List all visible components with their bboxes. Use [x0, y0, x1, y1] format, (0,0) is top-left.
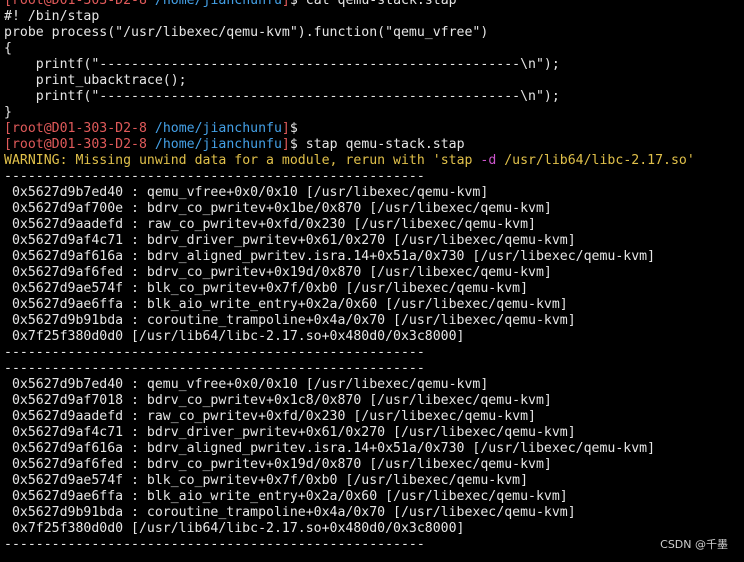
- terminal-text-segment: [root@: [4, 0, 52, 8]
- terminal-line: [root@D01-303-D2-8 /home/jianchunfu]$ st…: [4, 137, 695, 153]
- terminal-text-segment: [root@: [4, 137, 52, 152]
- terminal-text-segment: 0x5627d9af700e : bdrv_co_pwritev+0x1be/0…: [4, 201, 552, 216]
- terminal-line: 0x5627d9ae6ffa : blk_aio_write_entry+0x2…: [4, 489, 695, 505]
- terminal-text-segment: ----------------------------------------…: [4, 345, 425, 360]
- terminal-text-segment: 0x5627d9af6fed : bdrv_co_pwritev+0x19d/0…: [4, 265, 552, 280]
- terminal-text-segment: /home/jianchunfu: [154, 137, 282, 152]
- terminal-line: 0x5627d9af616a : bdrv_aligned_pwritev.is…: [4, 441, 695, 457]
- terminal-text-segment: ----------------------------------------…: [4, 361, 425, 376]
- terminal-line: probe process("/usr/libexec/qemu-kvm").f…: [4, 25, 695, 41]
- terminal-line: 0x5627d9b91bda : coroutine_trampoline+0x…: [4, 505, 695, 521]
- terminal-line: 0x5627d9af7018 : bdrv_co_pwritev+0x1c8/0…: [4, 393, 695, 409]
- terminal-line: [root@D01-303-D2-8 /home/jianchunfu]$ ca…: [4, 0, 695, 9]
- terminal-line: #! /bin/stap: [4, 9, 695, 25]
- terminal-line: 0x5627d9b91bda : coroutine_trampoline+0x…: [4, 313, 695, 329]
- watermark: CSDN @千墨: [660, 538, 728, 551]
- terminal-text-segment: }: [4, 105, 12, 120]
- terminal-text-segment: WARNING:: [4, 153, 68, 168]
- terminal-line: 0x5627d9b7ed40 : qemu_vfree+0x0/0x10 [/u…: [4, 185, 695, 201]
- terminal-line: 0x5627d9af616a : bdrv_aligned_pwritev.is…: [4, 249, 695, 265]
- terminal-text-segment: ]: [281, 137, 290, 152]
- terminal-text-segment: 0x7f25f380d0d0 [/usr/lib64/libc-2.17.so+…: [4, 521, 465, 536]
- terminal-text-segment: $ cat qemu-stack.stap: [289, 0, 457, 8]
- terminal-line: printf("--------------------------------…: [4, 57, 695, 73]
- terminal-text-segment: ----------------------------------------…: [4, 169, 425, 184]
- terminal-output[interactable]: [root@D01-303-D2-8 /home/jianchunfu]$ ca…: [4, 0, 695, 553]
- terminal-text-segment: printf("--------------------------------…: [4, 89, 560, 104]
- terminal-text-segment: 0x5627d9b7ed40 : qemu_vfree+0x0/0x10 [/u…: [4, 377, 489, 392]
- terminal-line: 0x5627d9ae574f : blk_co_pwritev+0x7f/0xb…: [4, 281, 695, 297]
- terminal-line: 0x5627d9af6fed : bdrv_co_pwritev+0x19d/0…: [4, 457, 695, 473]
- terminal-line: 0x5627d9aadefd : raw_co_pwritev+0xfd/0x2…: [4, 409, 695, 425]
- terminal-text-segment: 0x5627d9af616a : bdrv_aligned_pwritev.is…: [4, 249, 656, 264]
- terminal-line: 0x5627d9af6fed : bdrv_co_pwritev+0x19d/0…: [4, 265, 695, 281]
- terminal-text-segment: ]: [281, 0, 290, 8]
- terminal-text-segment: D01-303-D2-8: [51, 0, 147, 8]
- terminal-line: 0x7f25f380d0d0 [/usr/lib64/libc-2.17.so+…: [4, 329, 695, 345]
- terminal-line: 0x5627d9b7ed40 : qemu_vfree+0x0/0x10 [/u…: [4, 377, 695, 393]
- terminal-line: ----------------------------------------…: [4, 345, 695, 361]
- terminal-line: }: [4, 105, 695, 121]
- terminal-text-segment: $: [289, 121, 298, 136]
- terminal-text-segment: D01-303-D2-8: [51, 137, 147, 152]
- terminal-line: 0x5627d9ae6ffa : blk_aio_write_entry+0x2…: [4, 297, 695, 313]
- terminal-line: print_ubacktrace();: [4, 73, 695, 89]
- terminal-line: printf("--------------------------------…: [4, 89, 695, 105]
- terminal-text-segment: 0x5627d9b91bda : coroutine_trampoline+0x…: [4, 505, 576, 520]
- terminal-text-segment: D01-303-D2-8: [51, 121, 147, 136]
- terminal-text-segment: 0x7f25f380d0d0 [/usr/lib64/libc-2.17.so+…: [4, 329, 465, 344]
- terminal-text-segment: /home/jianchunfu: [154, 0, 282, 8]
- terminal-text-segment: -d: [480, 153, 497, 168]
- terminal-text-segment: 0x5627d9ae6ffa : blk_aio_write_entry+0x2…: [4, 489, 568, 504]
- terminal-text-segment: #! /bin/stap: [4, 9, 100, 24]
- terminal-text-segment: 0x5627d9af7018 : bdrv_co_pwritev+0x1c8/0…: [4, 393, 552, 408]
- terminal-text-segment: 0x5627d9ae574f : blk_co_pwritev+0x7f/0xb…: [4, 281, 529, 296]
- terminal-text-segment: 0x5627d9aadefd : raw_co_pwritev+0xfd/0x2…: [4, 217, 536, 232]
- terminal-text-segment: print_ubacktrace();: [4, 73, 187, 88]
- terminal-text-segment: 0x5627d9af616a : bdrv_aligned_pwritev.is…: [4, 441, 656, 456]
- terminal-text-segment: 0x5627d9aadefd : raw_co_pwritev+0xfd/0x2…: [4, 409, 536, 424]
- terminal-window[interactable]: [root@D01-303-D2-8 /home/jianchunfu]$ ca…: [0, 0, 744, 562]
- terminal-line: 0x5627d9af4c71 : bdrv_driver_pwritev+0x6…: [4, 425, 695, 441]
- terminal-line: {: [4, 41, 695, 57]
- terminal-line: ----------------------------------------…: [4, 361, 695, 377]
- terminal-text-segment: printf("--------------------------------…: [4, 57, 560, 72]
- terminal-text-segment: 0x5627d9af6fed : bdrv_co_pwritev+0x19d/0…: [4, 457, 552, 472]
- terminal-line: 0x5627d9af700e : bdrv_co_pwritev+0x1be/0…: [4, 201, 695, 217]
- terminal-line: WARNING: Missing unwind data for a modul…: [4, 153, 695, 169]
- terminal-text-segment: 0x5627d9b7ed40 : qemu_vfree+0x0/0x10 [/u…: [4, 185, 489, 200]
- terminal-line: 0x5627d9aadefd : raw_co_pwritev+0xfd/0x2…: [4, 217, 695, 233]
- terminal-line: [root@D01-303-D2-8 /home/jianchunfu]$: [4, 121, 695, 137]
- terminal-line: ----------------------------------------…: [4, 537, 695, 553]
- terminal-line: 0x5627d9af4c71 : bdrv_driver_pwritev+0x6…: [4, 233, 695, 249]
- terminal-text-segment: Missing unwind data for a module, rerun …: [67, 153, 481, 168]
- terminal-line: 0x7f25f380d0d0 [/usr/lib64/libc-2.17.so+…: [4, 521, 695, 537]
- terminal-text-segment: ----------------------------------------…: [4, 537, 425, 552]
- terminal-text-segment: [root@: [4, 121, 52, 136]
- terminal-text-segment: 0x5627d9af4c71 : bdrv_driver_pwritev+0x6…: [4, 425, 576, 440]
- terminal-line: ----------------------------------------…: [4, 169, 695, 185]
- terminal-text-segment: 0x5627d9ae574f : blk_co_pwritev+0x7f/0xb…: [4, 473, 529, 488]
- terminal-text-segment: ]: [281, 121, 290, 136]
- terminal-text-segment: {: [4, 41, 12, 56]
- terminal-text-segment: 0x5627d9ae6ffa : blk_aio_write_entry+0x2…: [4, 297, 568, 312]
- terminal-text-segment: /home/jianchunfu: [154, 121, 282, 136]
- terminal-line: 0x5627d9ae574f : blk_co_pwritev+0x7f/0xb…: [4, 473, 695, 489]
- terminal-text-segment: $ stap qemu-stack.stap: [289, 137, 465, 152]
- terminal-text-segment: /usr/lib64/libc-2.17.so': [496, 153, 695, 168]
- terminal-text-segment: probe process("/usr/libexec/qemu-kvm").f…: [4, 25, 489, 40]
- terminal-text-segment: 0x5627d9af4c71 : bdrv_driver_pwritev+0x6…: [4, 233, 576, 248]
- terminal-text-segment: 0x5627d9b91bda : coroutine_trampoline+0x…: [4, 313, 576, 328]
